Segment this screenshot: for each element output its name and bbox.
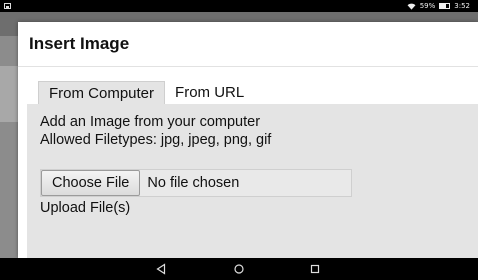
battery-icon bbox=[439, 3, 451, 9]
upload-instructions: Add an Image from your computer bbox=[40, 114, 261, 130]
background-side-panel bbox=[0, 66, 20, 122]
insert-image-dialog: Insert Image From Computer From URL Add … bbox=[18, 22, 478, 258]
dialog-divider bbox=[18, 66, 478, 67]
status-bar: 59% 3:52 bbox=[0, 0, 478, 12]
tab-from-url[interactable]: From URL bbox=[165, 81, 255, 104]
back-triangle-icon[interactable] bbox=[155, 263, 167, 275]
wifi-icon bbox=[407, 3, 416, 10]
dialog-title: Insert Image bbox=[29, 34, 130, 53]
battery-percent: 59% bbox=[419, 2, 436, 10]
clock: 3:52 bbox=[454, 2, 470, 10]
tab-from-computer[interactable]: From Computer bbox=[38, 81, 166, 104]
upload-files-link[interactable]: Upload File(s) bbox=[40, 200, 130, 216]
navigation-bar bbox=[0, 258, 478, 280]
file-input[interactable]: Choose File No file chosen bbox=[40, 169, 352, 197]
home-circle-icon[interactable] bbox=[233, 263, 245, 275]
tab-strip: From Computer From URL bbox=[38, 81, 255, 104]
recents-square-icon[interactable] bbox=[309, 263, 321, 275]
allowed-filetypes: Allowed Filetypes: jpg, jpeg, png, gif bbox=[40, 132, 272, 148]
file-status: No file chosen bbox=[147, 175, 240, 191]
battery-fill bbox=[440, 4, 446, 8]
tab-panel-from-computer: Add an Image from your computer Allowed … bbox=[27, 104, 478, 258]
choose-file-button[interactable]: Choose File bbox=[41, 170, 141, 196]
status-right-group: 59% 3:52 bbox=[407, 2, 470, 10]
notification-icon bbox=[4, 3, 11, 9]
